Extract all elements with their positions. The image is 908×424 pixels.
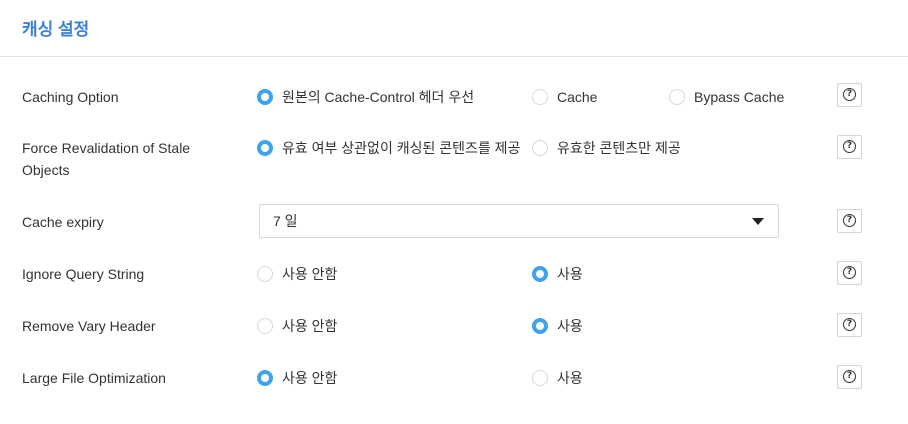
help-button[interactable]: ? (837, 209, 862, 233)
setting-label: Ignore Query String (22, 266, 145, 282)
radio-option-bypass-cache[interactable]: Bypass Cache (669, 86, 784, 108)
radio-option-disabled[interactable]: 사용 안함 (257, 367, 337, 389)
help-button[interactable]: ? (837, 261, 862, 285)
page-title: 캐싱 설정 (22, 20, 90, 39)
setting-label: Caching Option (22, 89, 119, 105)
radio-button[interactable] (532, 89, 548, 105)
radio-option-cache[interactable]: Cache (532, 86, 597, 108)
radio-option-disabled[interactable]: 사용 안함 (257, 263, 337, 285)
radio-label: 유효 여부 상관없이 캐싱된 콘텐즈를 제공 (282, 140, 521, 156)
question-circle-icon: ? (843, 140, 856, 153)
radio-label: 사용 안함 (282, 266, 338, 282)
radio-label: 사용 안함 (282, 318, 338, 334)
radio-label: 원본의 Cache-Control 헤더 우선 (282, 89, 475, 105)
question-circle-icon: ? (843, 214, 856, 227)
radio-button[interactable] (532, 370, 548, 386)
radio-label: 사용 (557, 266, 583, 282)
radio-label: 사용 (557, 318, 583, 334)
question-circle-icon: ? (843, 266, 856, 279)
radio-button[interactable] (532, 318, 548, 334)
radio-button[interactable] (669, 89, 685, 105)
setting-label: Force Revalidation of Stale Objects (22, 140, 191, 178)
help-button[interactable]: ? (837, 135, 862, 159)
radio-option-serve-valid-only[interactable]: 유효한 콘텐츠만 제공 (532, 137, 681, 159)
radio-option-origin-cache-control[interactable]: 원본의 Cache-Control 헤더 우선 (257, 86, 474, 108)
caret-down-icon (752, 218, 764, 225)
radio-label: Cache (557, 89, 598, 105)
radio-button[interactable] (532, 266, 548, 282)
radio-label: Bypass Cache (694, 89, 785, 105)
setting-label: Cache expiry (22, 214, 104, 230)
page-header: 캐싱 설정 (0, 0, 908, 57)
radio-label: 사용 (557, 370, 583, 386)
radio-option-serve-cached[interactable]: 유효 여부 상관없이 캐싱된 콘텐즈를 제공 (257, 137, 522, 159)
help-button[interactable]: ? (837, 83, 862, 107)
radio-button[interactable] (257, 140, 273, 156)
radio-label: 사용 안함 (282, 370, 338, 386)
radio-button[interactable] (257, 89, 273, 105)
radio-button[interactable] (257, 266, 273, 282)
question-circle-icon: ? (843, 318, 856, 331)
radio-button[interactable] (257, 318, 273, 334)
radio-option-enabled[interactable]: 사용 (532, 315, 583, 337)
radio-button[interactable] (257, 370, 273, 386)
setting-label: Remove Vary Header (22, 318, 156, 334)
select-value: 7 일 (273, 213, 298, 229)
radio-label: 유효한 콘텐츠만 제공 (557, 140, 681, 156)
radio-button[interactable] (532, 140, 548, 156)
radio-option-enabled[interactable]: 사용 (532, 263, 583, 285)
question-circle-icon: ? (843, 370, 856, 383)
help-button[interactable]: ? (837, 313, 862, 337)
cache-expiry-select[interactable]: 7 일 (259, 204, 779, 238)
question-circle-icon: ? (843, 88, 856, 101)
help-button[interactable]: ? (837, 365, 862, 389)
radio-option-disabled[interactable]: 사용 안함 (257, 315, 337, 337)
radio-option-enabled[interactable]: 사용 (532, 367, 583, 389)
setting-label: Large File Optimization (22, 370, 166, 386)
